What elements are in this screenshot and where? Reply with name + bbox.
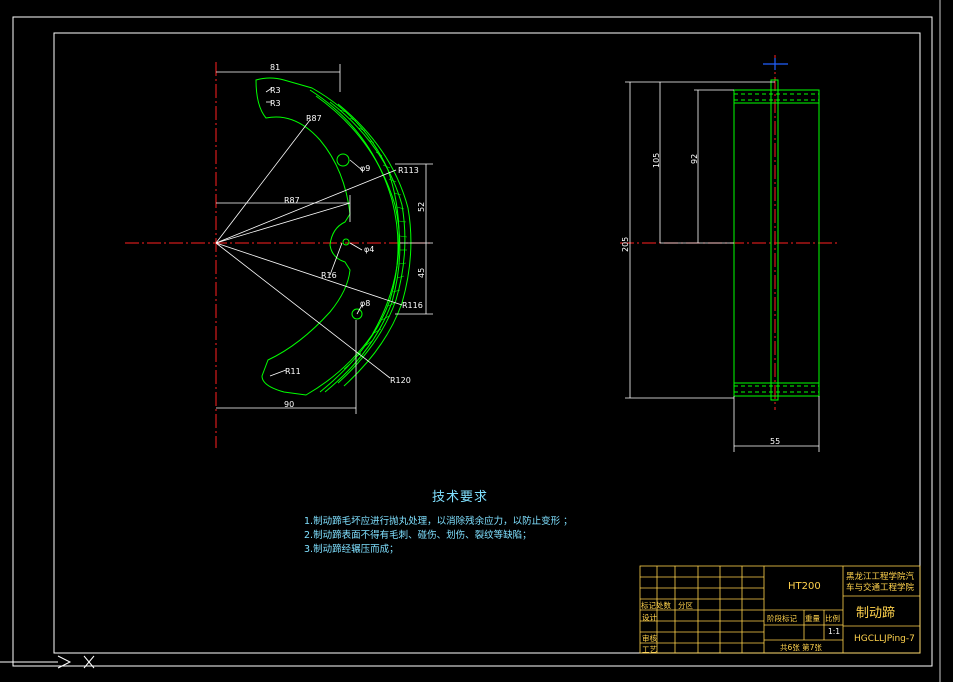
inner-frame xyxy=(53,32,921,654)
part-name: 制动蹄 xyxy=(856,606,896,621)
dim-r116: R116 xyxy=(402,301,423,310)
dim-90: 90 xyxy=(284,400,294,409)
material-label: HT200 xyxy=(788,581,821,592)
radius-leaders xyxy=(215,87,403,379)
dim-r3a: R3 xyxy=(270,86,281,95)
school-line-2: 车与交通工程学院 xyxy=(846,583,915,593)
note-line-2: 2.制动蹄表面不得有毛刺、碰伤、划伤、裂纹等缺陷； xyxy=(304,530,532,541)
dim-45: 45 xyxy=(417,268,426,278)
dim-phi4: φ4 xyxy=(364,245,374,254)
sheets-label: 共6张 第7张 xyxy=(780,643,822,652)
note-line-3: 3.制动蹄经辗压而成； xyxy=(304,544,399,555)
scale-label: 比例 xyxy=(825,614,840,623)
dim-105: 105 xyxy=(652,153,661,168)
stage-label: 阶段标记 xyxy=(767,614,797,623)
review-label: 审核 xyxy=(642,634,657,643)
front-view: 81 R3 R3 R87 φ9 R113 R87 52 φ4 R16 45 φ8… xyxy=(125,62,433,448)
side-body xyxy=(733,79,820,401)
note-line-1: 1.制动蹄毛坏应进行抛丸处理，以消除残余应力，以防止变形 ； xyxy=(304,516,573,527)
design-label: 设计 xyxy=(642,613,657,622)
front-dimension-lines xyxy=(216,64,433,414)
dim-r87b: R87 xyxy=(284,196,300,205)
process-label: 工艺 xyxy=(642,645,657,654)
dim-r16: R16 xyxy=(321,271,337,280)
dim-r113: R113 xyxy=(398,166,419,175)
side-view: 205 105 92 55 xyxy=(620,55,840,452)
dim-r3b: R3 xyxy=(270,99,281,108)
dim-92: 92 xyxy=(690,154,699,164)
dim-phi8: φ8 xyxy=(360,299,370,308)
zone-label: 分区 xyxy=(678,601,693,610)
cad-drawing: 81 R3 R3 R87 φ9 R113 R87 52 φ4 R16 45 φ8… xyxy=(0,0,941,682)
drawing-code: HGCLLJPing-7 xyxy=(854,634,915,644)
scale-value: 1:1 xyxy=(828,627,841,636)
dim-205: 205 xyxy=(621,237,630,252)
outer-frame xyxy=(12,16,933,667)
notes-title: 技术要求 xyxy=(432,490,489,505)
dim-r120: R120 xyxy=(390,376,411,385)
shoe-outline xyxy=(255,77,412,396)
marks-label: 标记处数 xyxy=(641,601,671,610)
dim-phi9: φ9 xyxy=(360,164,370,173)
dim-r87a: R87 xyxy=(306,114,322,123)
dim-81: 81 xyxy=(270,63,280,72)
lining-hatch xyxy=(339,109,408,370)
dim-55: 55 xyxy=(770,437,780,446)
dim-r11: R11 xyxy=(285,367,301,376)
dim-52: 52 xyxy=(417,202,426,212)
weight-label: 重量 xyxy=(805,614,820,623)
